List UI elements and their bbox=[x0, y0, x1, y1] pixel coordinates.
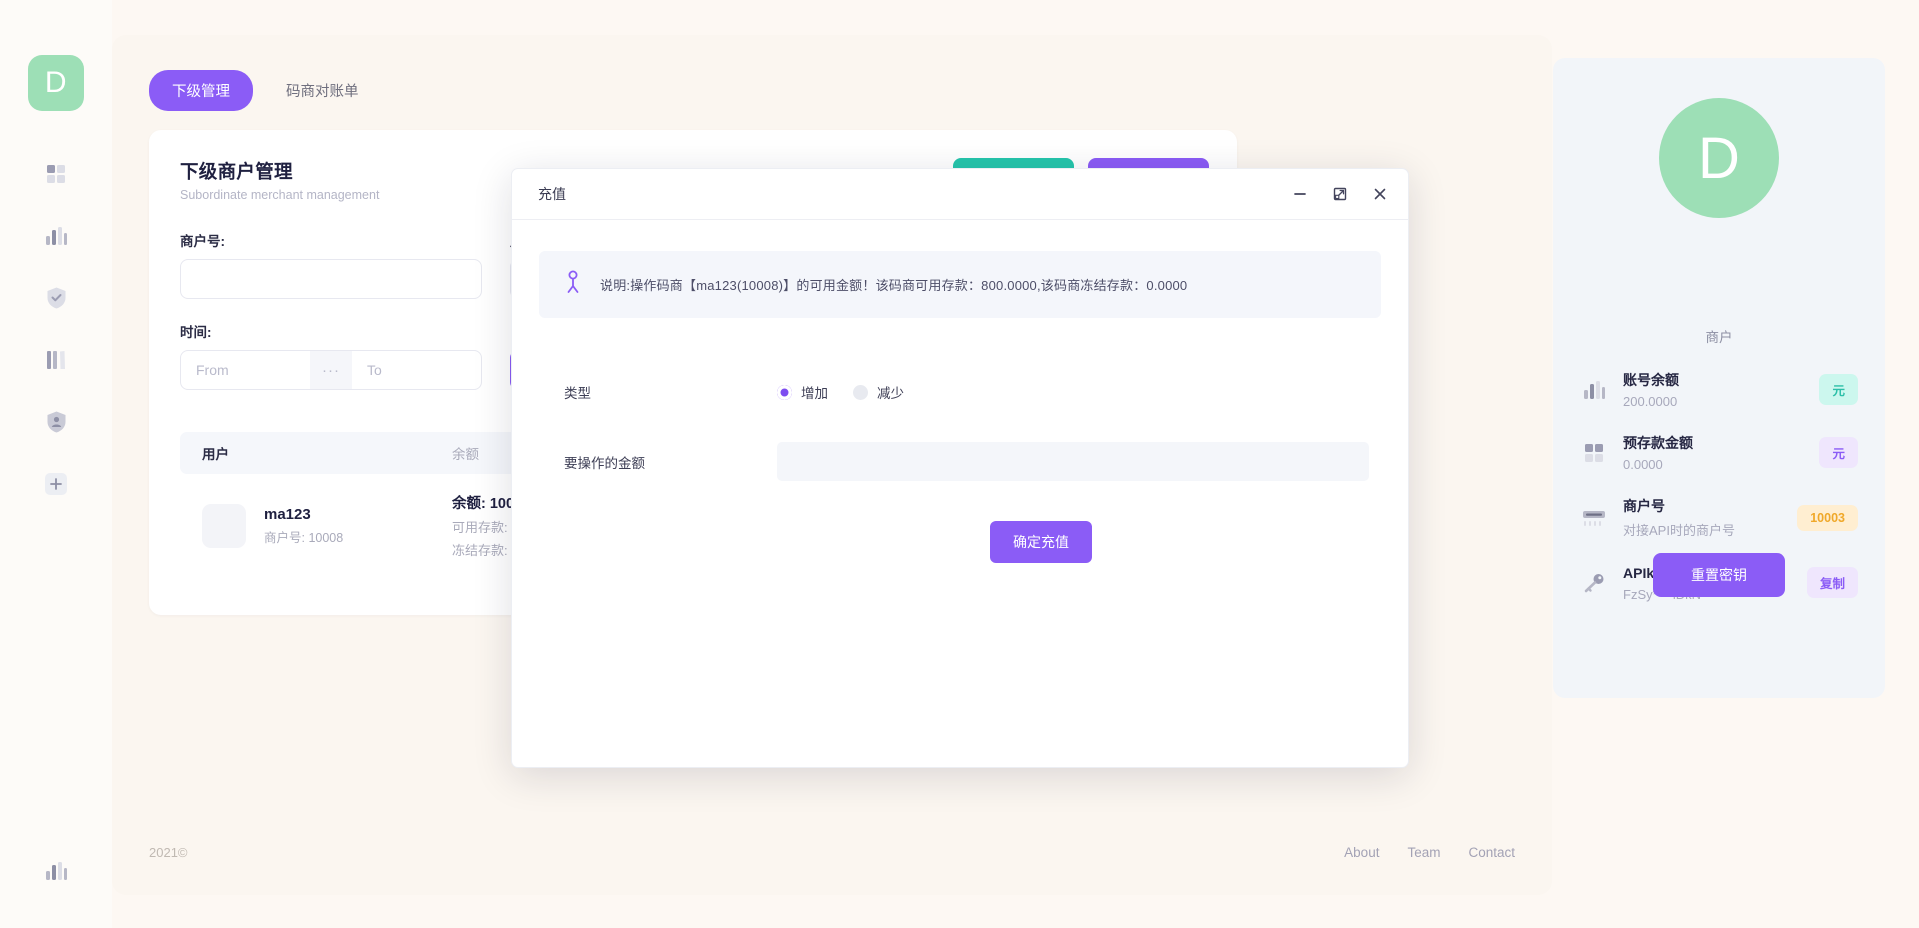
range-separator: ··· bbox=[310, 351, 352, 389]
info-title: 预存款金额 bbox=[1623, 433, 1819, 453]
tab-bar: 下级管理 码商对账单 bbox=[149, 70, 382, 111]
sidebar-item-statistics[interactable] bbox=[39, 221, 73, 255]
footer: 2021© About Team Contact bbox=[149, 845, 1515, 860]
info-value: 0.0000 bbox=[1623, 457, 1819, 472]
filter-merchant: 商户号: bbox=[180, 230, 482, 299]
key-icon bbox=[1580, 573, 1608, 593]
info-value: 200.0000 bbox=[1623, 394, 1819, 409]
left-sidebar: D bbox=[0, 0, 112, 928]
radio-decrease-label: 减少 bbox=[877, 382, 904, 402]
footer-link-about[interactable]: About bbox=[1344, 845, 1379, 860]
minimize-icon[interactable] bbox=[1290, 184, 1310, 204]
filter-time: 时间: ··· bbox=[180, 321, 482, 390]
date-range: ··· bbox=[180, 350, 482, 390]
amount-label: 要操作的金额 bbox=[564, 452, 777, 472]
sidebar-item-account[interactable] bbox=[39, 407, 73, 441]
sidebar-item-reports[interactable] bbox=[39, 856, 73, 890]
avatar: D bbox=[1659, 98, 1779, 218]
info-value: 对接API时的商户号 bbox=[1623, 520, 1797, 539]
modal-title: 充值 bbox=[538, 184, 1290, 204]
row-merchant-id: 商户号: 10008 bbox=[264, 527, 343, 546]
modal-title-bar: 充值 bbox=[512, 169, 1408, 220]
th-user: 用户 bbox=[202, 443, 452, 463]
type-label: 类型 bbox=[564, 382, 777, 402]
sidebar-item-verified[interactable] bbox=[39, 283, 73, 317]
copy-apikey-button[interactable]: 复制 bbox=[1807, 567, 1858, 598]
grid-icon bbox=[1580, 443, 1608, 463]
plus-icon bbox=[45, 473, 67, 500]
date-from-input[interactable] bbox=[181, 351, 310, 389]
info-badge: 元 bbox=[1819, 374, 1858, 405]
recharge-modal: 充值 说明:操作码商【ma123(10008)】的可用金额！该码商可用存款：80… bbox=[511, 168, 1409, 768]
alert-text: 说明:操作码商【ma123(10008)】的可用金额！该码商可用存款：800.0… bbox=[600, 275, 1187, 294]
maximize-icon[interactable] bbox=[1330, 184, 1350, 204]
radio-dot bbox=[853, 385, 868, 400]
avatar bbox=[202, 504, 246, 548]
radio-decrease[interactable]: 减少 bbox=[853, 382, 904, 402]
merchant-info-panel: D 商户 账号余额 200.0000 元 预存款金额 0.0000 bbox=[1553, 58, 1885, 698]
amount-input[interactable] bbox=[777, 442, 1369, 481]
bar-chart-icon bbox=[45, 226, 67, 251]
merchant-role: 商户 bbox=[1553, 326, 1885, 346]
modal-window-controls bbox=[1290, 184, 1390, 204]
info-row-account-balance: 账号余额 200.0000 元 bbox=[1553, 358, 1885, 421]
grid-icon bbox=[46, 164, 66, 189]
recharge-form: 类型 增加 减少 要操作的金额 bbox=[539, 382, 1381, 563]
app-root: D bbox=[0, 0, 1919, 928]
sidebar-item-library[interactable] bbox=[39, 345, 73, 379]
shield-user-icon bbox=[47, 411, 66, 438]
merchant-input[interactable] bbox=[180, 259, 482, 299]
info-badge: 10003 bbox=[1797, 505, 1858, 531]
radio-increase-label: 增加 bbox=[801, 382, 828, 402]
type-radio-group: 增加 减少 bbox=[777, 382, 904, 402]
info-title: 商户号 bbox=[1623, 496, 1797, 516]
info-row-merchant-id: 商户号 对接API时的商户号 10003 bbox=[1553, 484, 1885, 551]
close-icon[interactable] bbox=[1370, 184, 1390, 204]
info-row-prepaid-amount: 预存款金额 0.0000 元 bbox=[1553, 421, 1885, 484]
info-person-icon bbox=[563, 270, 583, 299]
card-icon bbox=[1580, 508, 1608, 528]
sidebar-item-dashboard[interactable] bbox=[39, 159, 73, 193]
sidebar-footer bbox=[0, 856, 112, 890]
info-title: 账号余额 bbox=[1623, 370, 1819, 390]
bar-chart-icon bbox=[45, 861, 67, 886]
footer-link-contact[interactable]: Contact bbox=[1468, 845, 1515, 860]
info-alert: 说明:操作码商【ma123(10008)】的可用金额！该码商可用存款：800.0… bbox=[539, 251, 1381, 318]
copyright: 2021© bbox=[149, 845, 188, 860]
reset-key-button[interactable]: 重置密钥 bbox=[1653, 553, 1785, 597]
tab-subordinate-management[interactable]: 下级管理 bbox=[149, 70, 253, 111]
app-logo[interactable]: D bbox=[28, 55, 84, 111]
bar-chart-icon bbox=[1580, 380, 1608, 400]
radio-dot-selected bbox=[777, 385, 792, 400]
page-subtitle: Subordinate merchant management bbox=[180, 188, 379, 202]
merchant-label: 商户号: bbox=[180, 230, 482, 250]
footer-links: About Team Contact bbox=[1344, 845, 1515, 860]
form-row-type: 类型 增加 减少 bbox=[564, 382, 1381, 402]
sidebar-item-add[interactable] bbox=[39, 469, 73, 503]
form-row-amount: 要操作的金额 bbox=[564, 442, 1381, 481]
sidebar-nav bbox=[39, 159, 73, 503]
date-to-input[interactable] bbox=[352, 351, 481, 389]
radio-increase[interactable]: 增加 bbox=[777, 382, 828, 402]
confirm-recharge-button[interactable]: 确定充值 bbox=[990, 521, 1092, 563]
footer-link-team[interactable]: Team bbox=[1407, 845, 1440, 860]
tab-merchant-statement[interactable]: 码商对账单 bbox=[263, 70, 382, 111]
books-icon bbox=[46, 349, 66, 376]
time-label: 时间: bbox=[180, 321, 482, 341]
page-title: 下级商户管理 bbox=[180, 158, 293, 184]
modal-body: 说明:操作码商【ma123(10008)】的可用金额！该码商可用存款：800.0… bbox=[512, 220, 1408, 563]
row-user-name: ma123 bbox=[264, 506, 343, 523]
shield-check-icon bbox=[47, 287, 66, 314]
info-badge: 元 bbox=[1819, 437, 1858, 468]
